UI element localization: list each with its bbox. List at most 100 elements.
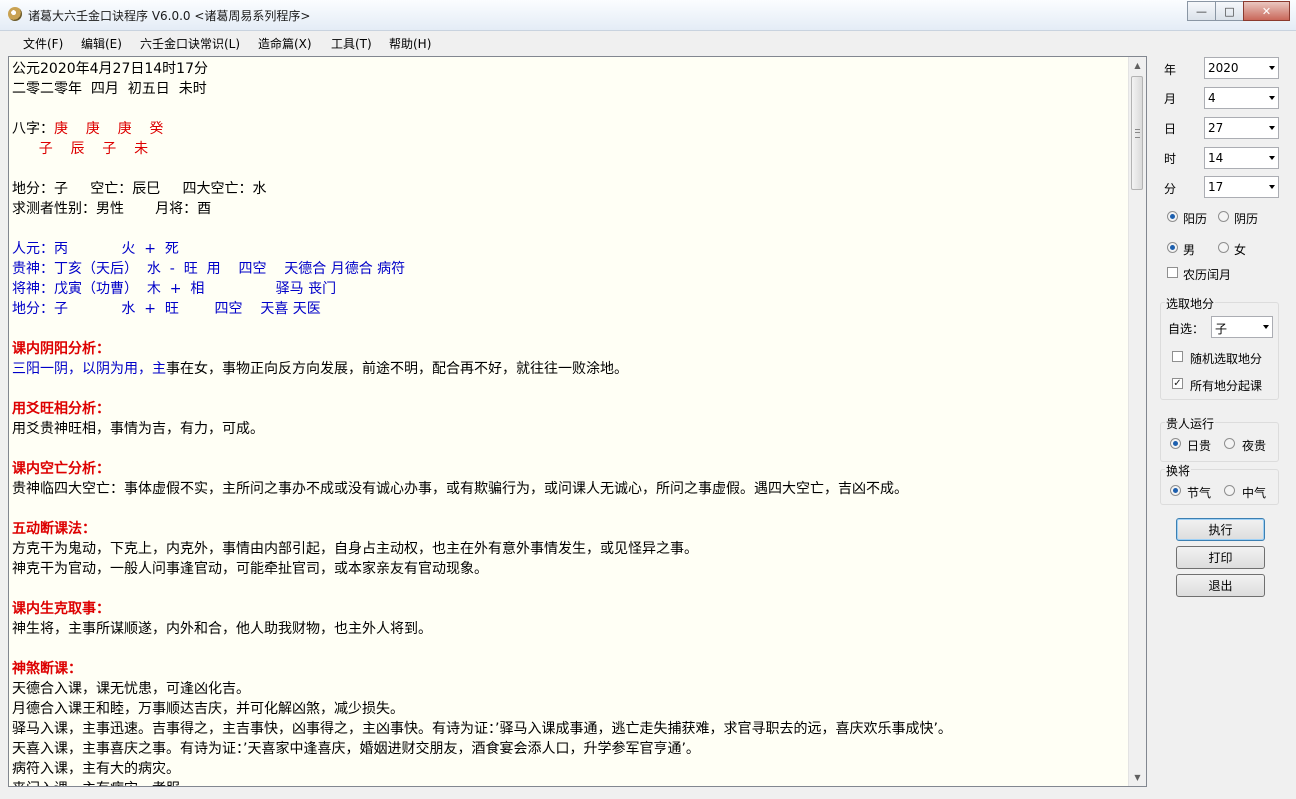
vertical-scrollbar[interactable]: ▲ ▼	[1128, 57, 1146, 786]
chevron-down-icon	[1269, 126, 1275, 130]
print-button[interactable]: 打印	[1176, 546, 1265, 569]
text-line: 神生将，主事所谋顺遂，内外和合，他人助我财物，也主外人将到。	[12, 619, 1120, 639]
text-line: 三阳一阴，以阴为用，主事在女，事物正向反方向发展，前途不明，配合再不好，就往往一…	[12, 359, 1120, 379]
hour-value: 14	[1208, 151, 1224, 165]
result-text-area[interactable]: 公元2020年4月27日14时17分二零二零年 四月 初五日 未时 八字：庚 庚 …	[8, 56, 1147, 787]
text-line: 贵神：丁亥（天后） 水 - 旺 用 四空 天德合 月德合 病符	[12, 259, 1120, 279]
minimize-button[interactable]: —	[1187, 1, 1216, 21]
jieqi-label: 节气	[1187, 486, 1212, 500]
month-select[interactable]: 4	[1204, 87, 1279, 109]
text-segment: 驿马入课，主事迅速。吉事得之，主吉事快，凶事得之，主凶事快。有诗为证：’驿马入课…	[12, 721, 952, 737]
month-value: 4	[1208, 91, 1216, 105]
menu-help[interactable]: 帮助(H)	[389, 35, 431, 52]
text-line	[12, 439, 1120, 459]
text-segment: 庚 庚 庚 癸	[54, 121, 164, 137]
night-noble-label: 夜贵	[1242, 439, 1267, 453]
text-line: 神煞断课：	[12, 659, 1120, 679]
zhongqi-radio[interactable]	[1224, 485, 1235, 496]
chevron-down-icon	[1269, 66, 1275, 70]
jieqi-radio[interactable]	[1170, 485, 1181, 496]
minute-select[interactable]: 17	[1204, 176, 1279, 198]
noble-group-title: 贵人运行	[1165, 415, 1216, 432]
text-line: 病符入课，主有大的病灾。	[12, 759, 1120, 779]
menu-edit[interactable]: 编辑(E)	[81, 35, 122, 52]
all-dizhi-checkbox[interactable]: ✓	[1172, 378, 1183, 389]
result-lines: 公元2020年4月27日14时17分二零二零年 四月 初五日 未时 八字：庚 庚 …	[12, 59, 1120, 786]
section-heading: 课内生克取事：	[12, 601, 110, 617]
text-line: 地分：子 空亡：辰巳 四大空亡：水	[12, 179, 1120, 199]
leap-month-checkbox[interactable]	[1167, 267, 1178, 278]
text-line: 八字：庚 庚 庚 癸	[12, 119, 1120, 139]
text-segment: 天喜入课，主事喜庆之事。有诗为证：’天喜家中逢喜庆，婚姻进财交朋友，酒食宴会添人…	[12, 741, 700, 757]
menu-zaoming[interactable]: 造命篇(X)	[258, 35, 312, 52]
scroll-up-icon[interactable]: ▲	[1129, 57, 1146, 74]
dizhi-select[interactable]: 子	[1211, 316, 1273, 338]
text-segment: 丧门入课，主有病灾，孝服。	[12, 781, 194, 786]
grip-icon	[1135, 129, 1140, 138]
text-line: 月德合入课王和睦，万事顺达吉庆，并可化解凶煞，减少损失。	[12, 699, 1120, 719]
text-segment: 神生将，主事所谋顺遂，内外和合，他人助我财物，也主外人将到。	[12, 621, 432, 637]
leap-month-label: 农历闰月	[1183, 268, 1232, 282]
lunar-label: 阴历	[1234, 212, 1259, 226]
hour-label: 时	[1164, 152, 1177, 166]
text-segment: 贵神：丁亥（天后） 水 - 旺 用 四空 天德合 月德合 病符	[12, 261, 406, 277]
chevron-down-icon	[1263, 325, 1269, 329]
text-line: 子 辰 子 未	[12, 139, 1120, 159]
day-label: 日	[1164, 122, 1177, 136]
text-segment	[12, 141, 39, 157]
text-line: 神克干为官动，一般人问事逢官动，可能牵扯官司，或本家亲友有官动现象。	[12, 559, 1120, 579]
exit-button[interactable]: 退出	[1176, 574, 1265, 597]
text-line	[12, 639, 1120, 659]
close-button[interactable]: ✕	[1243, 1, 1290, 21]
year-select[interactable]: 2020	[1204, 57, 1279, 79]
day-noble-radio[interactable]	[1170, 438, 1181, 449]
section-heading: 课内空亡分析：	[12, 461, 110, 477]
text-line	[12, 99, 1120, 119]
text-line: 课内空亡分析：	[12, 459, 1120, 479]
menu-file[interactable]: 文件(F)	[23, 35, 63, 52]
text-segment: 公元2020年4月27日14时17分	[12, 61, 208, 77]
day-select[interactable]: 27	[1204, 117, 1279, 139]
text-line	[12, 579, 1120, 599]
male-radio[interactable]	[1167, 242, 1178, 253]
section-heading: 神煞断课：	[12, 661, 82, 677]
random-dizhi-checkbox[interactable]	[1172, 351, 1183, 362]
lunar-radio[interactable]	[1218, 211, 1229, 222]
menu-bar: 文件(F) 编辑(E) 六壬金口诀常识(L) 造命篇(X) 工具(T) 帮助(H…	[0, 31, 1296, 53]
dizhi-value: 子	[1215, 322, 1228, 336]
text-line: 二零二零年 四月 初五日 未时	[12, 79, 1120, 99]
menu-tools[interactable]: 工具(T)	[331, 35, 372, 52]
text-line: 用爻旺相分析：	[12, 399, 1120, 419]
menu-knowledge[interactable]: 六壬金口诀常识(L)	[140, 35, 240, 52]
text-line: 天德合入课，课无忧患，可逢凶化吉。	[12, 679, 1120, 699]
maximize-button[interactable]: □	[1215, 1, 1244, 21]
night-noble-radio[interactable]	[1224, 438, 1235, 449]
text-segment: 神克干为官动，一般人问事逢官动，可能牵扯官司，或本家亲友有官动现象。	[12, 561, 488, 577]
text-line: 方克干为鬼动，下克上，内克外，事情由内部引起，自身占主动权，也主在外有意外事情发…	[12, 539, 1120, 559]
female-radio[interactable]	[1218, 242, 1229, 253]
text-line: 五动断课法：	[12, 519, 1120, 539]
text-segment: 人元：丙 火 + 死	[12, 241, 179, 257]
execute-button[interactable]: 执行	[1176, 518, 1265, 541]
solar-radio[interactable]	[1167, 211, 1178, 222]
text-segment: 贵神临四大空亡：事体虚假不实，主所问之事办不成或没有诚心办事，或有欺骗行为，或问…	[12, 481, 908, 497]
text-line: 公元2020年4月27日14时17分	[12, 59, 1120, 79]
window-controls: — □ ✕	[1187, 1, 1290, 21]
text-segment: 月德合入课王和睦，万事顺达吉庆，并可化解凶煞，减少损失。	[12, 701, 404, 717]
hour-select[interactable]: 14	[1204, 147, 1279, 169]
scroll-down-icon[interactable]: ▼	[1129, 769, 1146, 786]
text-line: 贵神临四大空亡：事体虚假不实，主所问之事办不成或没有诚心办事，或有欺骗行为，或问…	[12, 479, 1120, 499]
text-segment: 天德合入课，课无忧患，可逢凶化吉。	[12, 681, 250, 697]
section-heading: 课内阴阳分析：	[12, 341, 110, 357]
text-line: 天喜入课，主事喜庆之事。有诗为证：’天喜家中逢喜庆，婚姻进财交朋友，酒食宴会添人…	[12, 739, 1120, 759]
minute-value: 17	[1208, 180, 1224, 194]
scroll-thumb[interactable]	[1131, 76, 1143, 190]
year-value: 2020	[1208, 61, 1239, 75]
self-select-label: 自选：	[1168, 322, 1205, 336]
text-line: 课内阴阳分析：	[12, 339, 1120, 359]
chevron-down-icon	[1269, 185, 1275, 189]
text-line: 将神：戊寅（功曹） 木 + 相 驿马 丧门	[12, 279, 1120, 299]
zhongqi-label: 中气	[1242, 486, 1267, 500]
text-line: 用爻贵神旺相，事情为吉，有力，可成。	[12, 419, 1120, 439]
text-line	[12, 219, 1120, 239]
